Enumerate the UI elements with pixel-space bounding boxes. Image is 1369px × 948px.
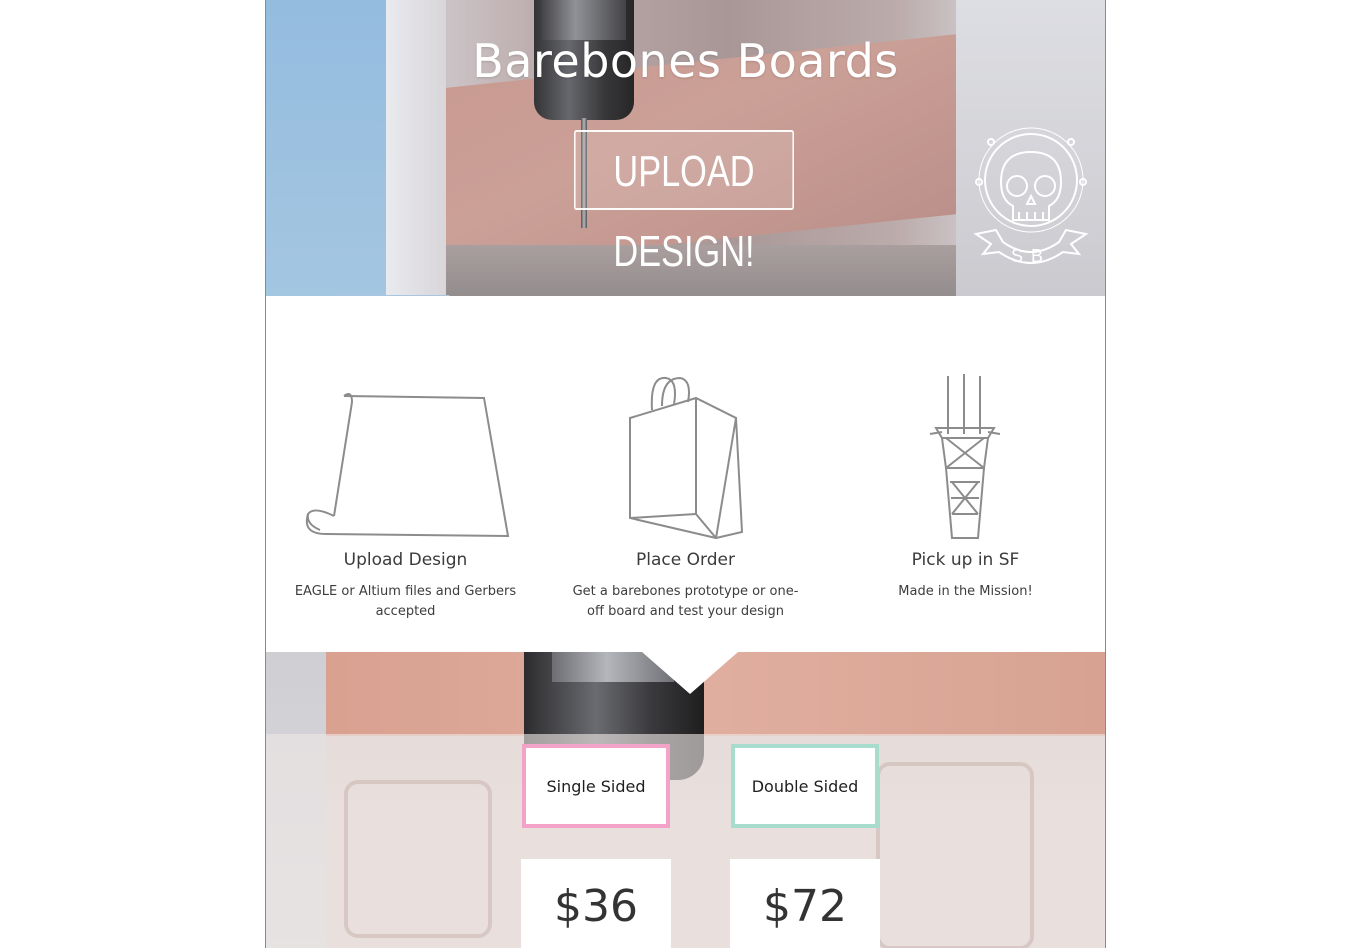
upload-design-button[interactable]: UPLOAD DESIGN! <box>574 130 794 276</box>
logo-letters: SB <box>1011 246 1052 266</box>
feature-title: Pick up in SF <box>911 550 1020 570</box>
feature-title: Place Order <box>636 550 735 570</box>
shopping-bag-icon <box>629 376 744 540</box>
sutro-tower-icon <box>929 374 1001 539</box>
features-section: Upload Design EAGLE or Altium files and … <box>266 296 1105 652</box>
single-sided-option[interactable]: Single Sided <box>522 744 670 828</box>
paper-scroll-icon <box>305 393 510 538</box>
feature-title: Upload Design <box>343 550 468 570</box>
feature-description: Get a barebones prototype or one-off boa… <box>572 584 799 619</box>
feature-description: EAGLE or Altium files and Gerbers accept… <box>294 584 517 619</box>
features-notch <box>642 652 738 694</box>
pricing-section: Single Sided Double Sided $36 $72 <box>266 652 1105 948</box>
single-sided-price: $36 <box>521 859 671 948</box>
double-sided-price: $72 <box>730 859 880 948</box>
double-sided-option[interactable]: Double Sided <box>731 744 879 828</box>
hero-banner: Barebones Boards UPLOAD DESIGN! SB <box>266 0 1105 296</box>
feature-description: Made in the Mission! <box>898 584 1033 599</box>
page: Barebones Boards UPLOAD DESIGN! SB Uploa… <box>265 0 1106 948</box>
site-title: Barebones Boards <box>472 34 899 88</box>
